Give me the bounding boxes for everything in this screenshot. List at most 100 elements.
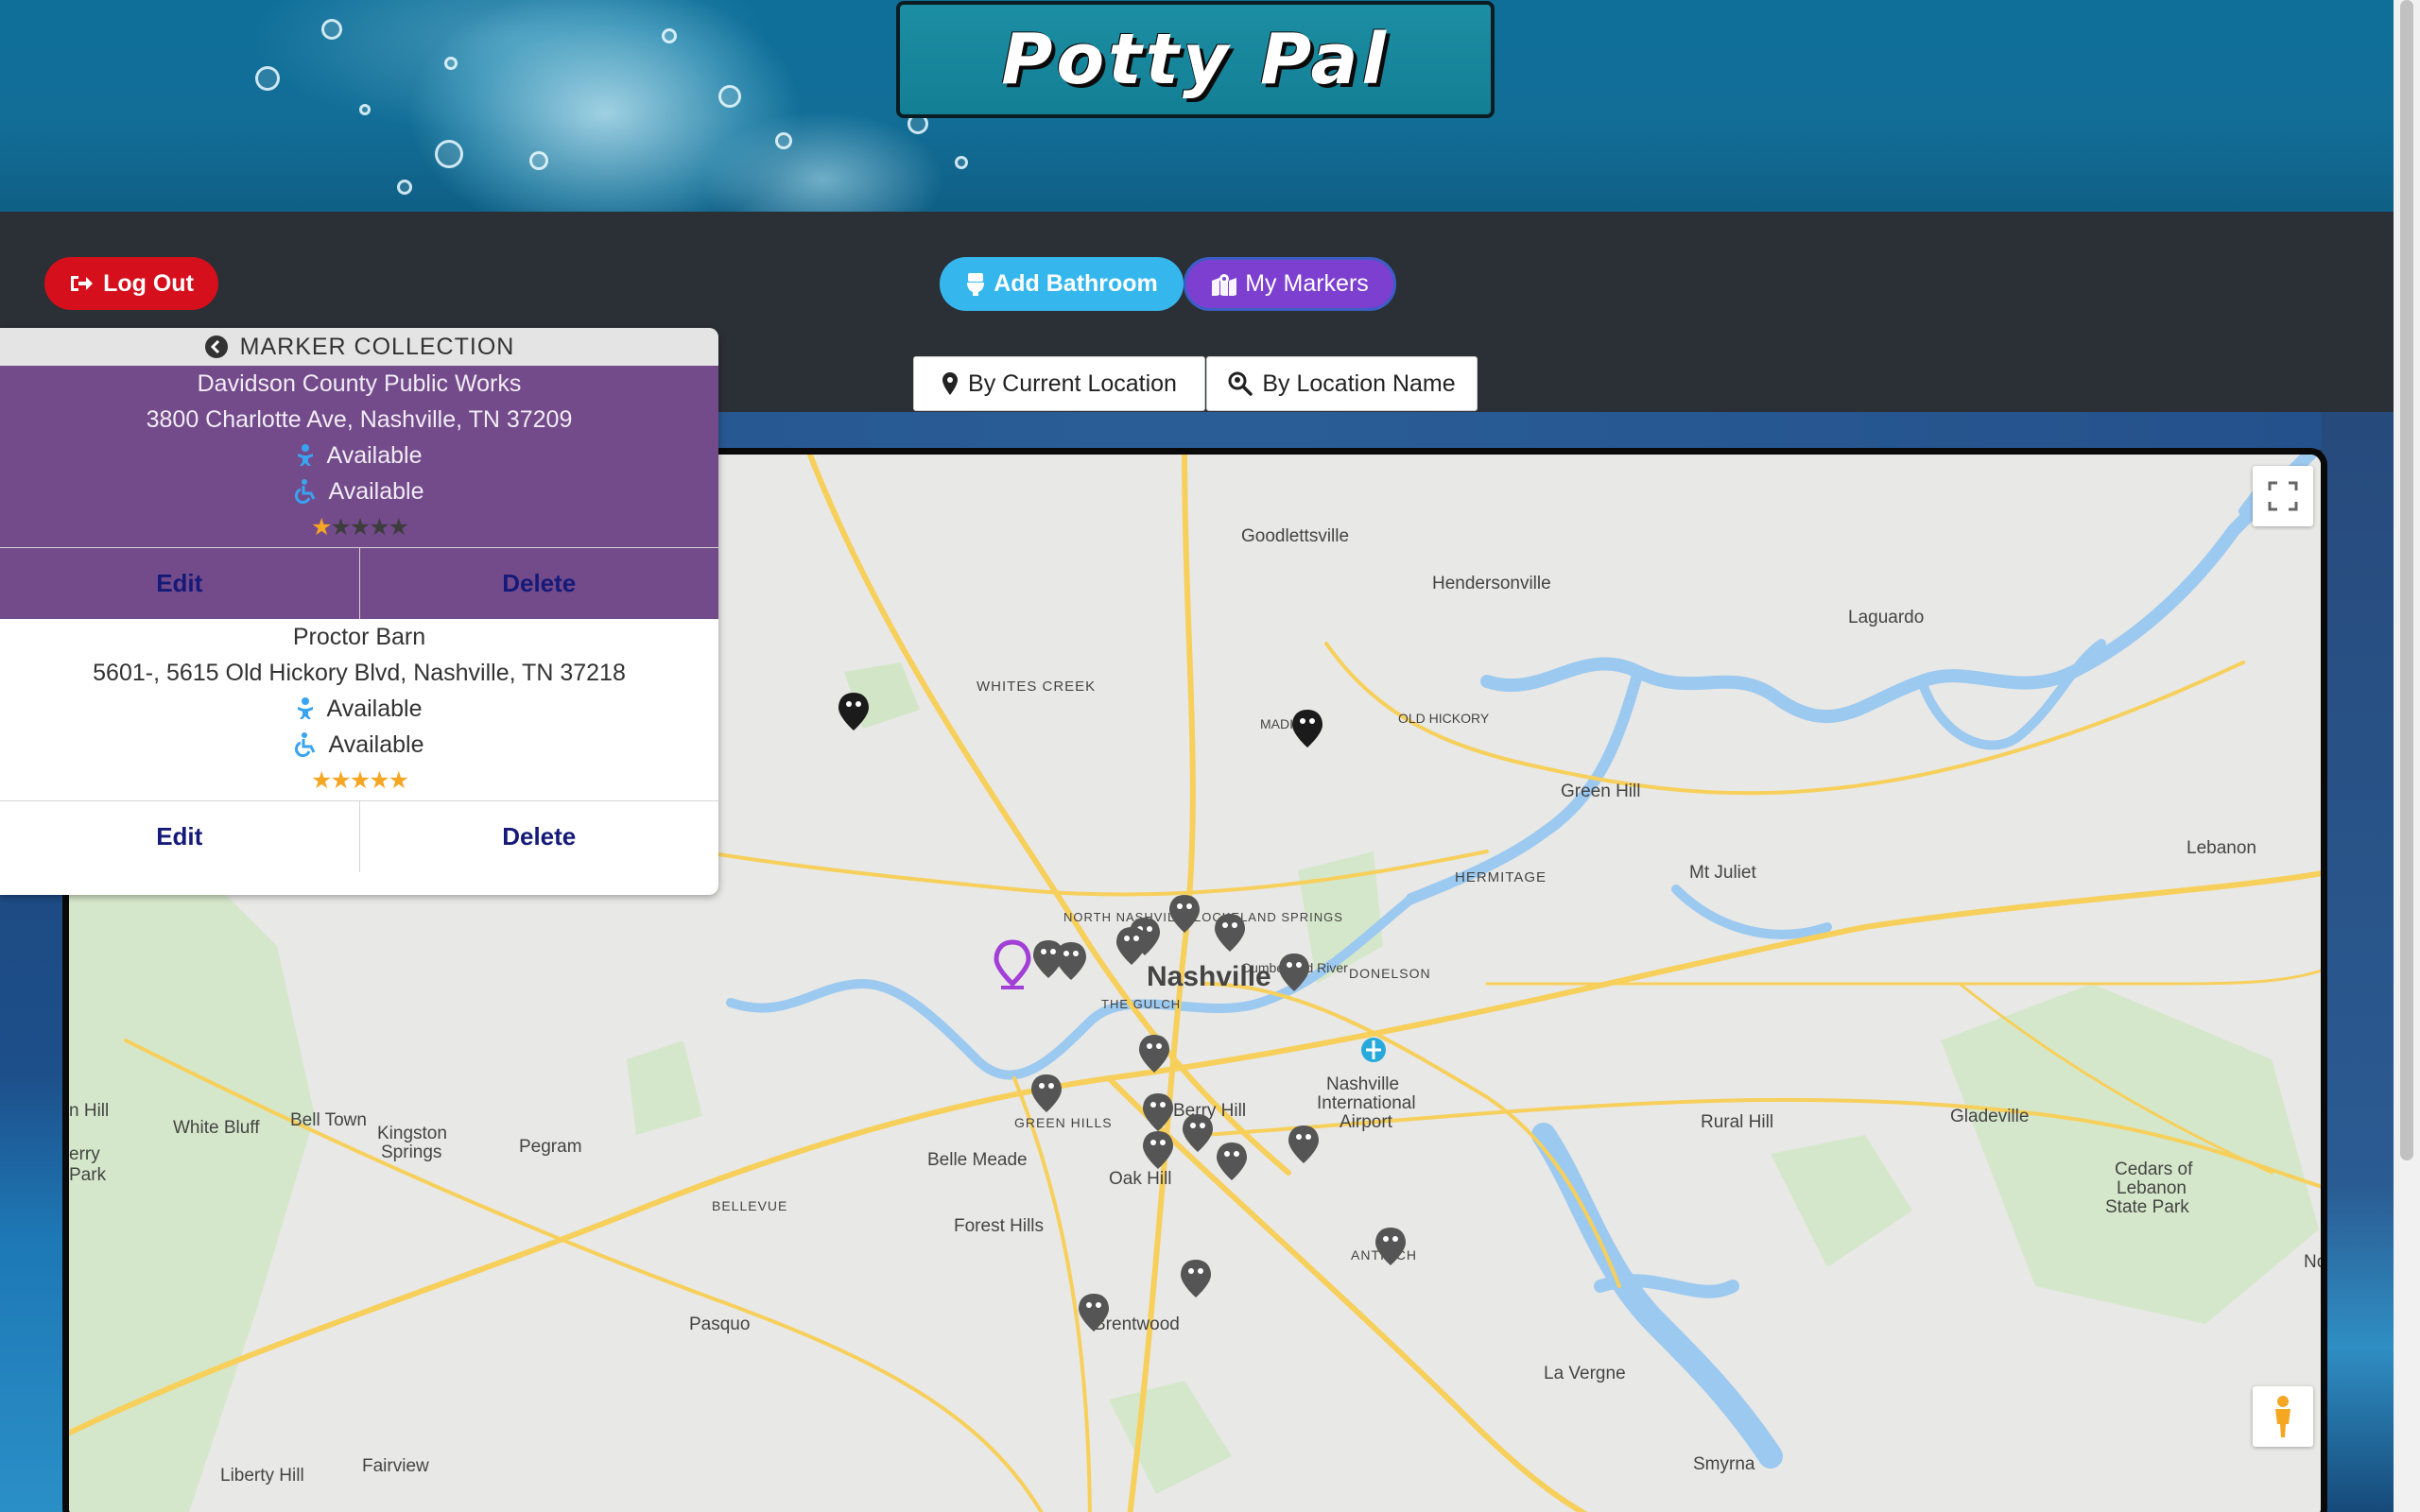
map-label-airport-1: Nashville (1326, 1074, 1399, 1094)
map-label-green-hills: GREEN HILLS (1014, 1115, 1113, 1130)
map-label-la-vergne: La Vergne (1544, 1364, 1626, 1383)
fullscreen-icon (2268, 481, 2298, 511)
app-title-box: Potty Pal (896, 1, 1495, 118)
map-label-cedars-1: Cedars of (2115, 1160, 2193, 1179)
map-marked-icon (1212, 273, 1237, 296)
map-label-fairview: Fairview (362, 1456, 429, 1476)
marker-actions: Edit Delete (0, 800, 718, 872)
map-label-whites-creek: WHITES CREEK (977, 679, 1096, 695)
map-label-kingston-1: Kingston (377, 1124, 447, 1143)
map-label-old-hickory: OLD HICKORY (1398, 711, 1490, 726)
map-label-pasquo: Pasquo (689, 1314, 750, 1334)
edit-button[interactable]: Edit (0, 801, 359, 872)
map-label-donelson: DONELSON (1349, 966, 1431, 981)
star-filled-icon: ★ (310, 514, 332, 541)
accessible-status: Available (328, 477, 424, 505)
map-label-the-gulch: THE GULCH (1101, 997, 1181, 1011)
map-label-cedars-2: Lebanon (2117, 1178, 2187, 1198)
marker-address: 3800 Charlotte Ave, Nashville, TN 37209 (146, 405, 573, 433)
marker-card[interactable]: Davidson County Public Works 3800 Charlo… (0, 366, 718, 619)
star-empty-icon: ★ (388, 514, 409, 541)
wheelchair-icon (295, 732, 316, 757)
logout-label: Log Out (103, 269, 194, 297)
toilet-icon (967, 272, 985, 296)
baby-changing-status: Available (326, 695, 423, 722)
map-label-brentwood: Brentwood (1094, 1314, 1180, 1334)
pegman-icon (2275, 1396, 2290, 1437)
map-label-cedars-3: State Park (2105, 1197, 2189, 1217)
chevron-left-circle-icon[interactable] (204, 335, 229, 359)
star-filled-icon: ★ (330, 767, 351, 794)
star-filled-icon: ★ (310, 767, 332, 794)
accessible-row: Available (0, 727, 718, 763)
marker-name: Davidson County Public Works (197, 369, 522, 397)
airport-icon (1361, 1038, 1386, 1062)
map-label-belle-meade: Belle Meade (927, 1150, 1028, 1170)
wheelchair-icon (295, 479, 316, 504)
map-label-mt-juliet: Mt Juliet (1689, 863, 1756, 883)
map-label-bellevue: BELLEVUE (712, 1198, 787, 1213)
map-label-berry-hill: Berry Hill (1173, 1101, 1246, 1121)
map-label-green-hill: Green Hill (1561, 782, 1640, 801)
baby-icon (298, 444, 314, 466)
by-current-location-label: By Current Location (968, 369, 1177, 397)
app-title: Potty Pal (1001, 19, 1390, 100)
star-rating: ★ ★ ★ ★ ★ (0, 763, 718, 799)
star-empty-icon: ★ (330, 514, 351, 541)
star-filled-icon: ★ (388, 767, 409, 794)
water-splash-image (0, 0, 1016, 212)
map-label-airport-3: Airport (1340, 1112, 1393, 1132)
by-location-name-label: By Location Name (1262, 369, 1456, 397)
accessible-row: Available (0, 473, 718, 509)
star-filled-icon: ★ (369, 767, 389, 794)
map-label-bell-town: Bell Town (290, 1110, 367, 1130)
map-label-edge-hill: n Hill (69, 1101, 109, 1121)
accessible-status: Available (328, 730, 424, 758)
star-empty-icon: ★ (369, 514, 389, 541)
baby-icon (298, 697, 314, 719)
delete-button[interactable]: Delete (358, 801, 719, 872)
map-label-edge-park: Park (69, 1165, 107, 1185)
map-label-oak-hill: Oak Hill (1109, 1169, 1172, 1189)
map-label-edge-erry: erry (69, 1144, 100, 1164)
street-view-pegman-button[interactable] (2253, 1386, 2313, 1447)
map-label-kingston-2: Springs (381, 1143, 441, 1162)
map-label-pegram: Pegram (519, 1137, 582, 1157)
map-label-edge-no: No (2304, 1252, 2326, 1272)
add-bathroom-label: Add Bathroom (994, 270, 1158, 297)
baby-changing-status: Available (326, 441, 423, 469)
fullscreen-button[interactable] (2253, 466, 2313, 526)
water-background-right (2322, 412, 2394, 1512)
map-label-laguardo: Laguardo (1848, 608, 1924, 627)
map-label-liberty-hill: Liberty Hill (220, 1466, 304, 1486)
map-label-forest-hills: Forest Hills (954, 1216, 1044, 1236)
marker-collection-title: MARKER COLLECTION (239, 333, 515, 360)
by-location-name-button[interactable]: By Location Name (1206, 356, 1478, 411)
marker-card[interactable]: Proctor Barn 5601-, 5615 Old Hickory Blv… (0, 619, 718, 872)
add-bathroom-button[interactable]: Add Bathroom (940, 257, 1184, 311)
page-scrollbar-thumb[interactable] (2400, 0, 2413, 1160)
baby-changing-row: Available (0, 438, 718, 473)
map-label-lebanon: Lebanon (2187, 838, 2256, 858)
star-empty-icon: ★ (349, 514, 371, 541)
delete-button[interactable]: Delete (358, 548, 719, 619)
my-markers-button[interactable]: My Markers (1184, 257, 1396, 311)
star-rating: ★ ★ ★ ★ ★ (0, 509, 718, 545)
map-label-rural-hill: Rural Hill (1701, 1112, 1773, 1132)
star-filled-icon: ★ (349, 767, 371, 794)
marker-collection-header[interactable]: MARKER COLLECTION (0, 328, 718, 366)
map-label-goodlettsville: Goodlettsville (1241, 526, 1349, 546)
map-label-smyrna: Smyrna (1693, 1454, 1755, 1474)
marker-collection-panel: MARKER COLLECTION Davidson County Public… (0, 328, 718, 895)
by-current-location-button[interactable]: By Current Location (913, 356, 1205, 411)
marker-name: Proctor Barn (292, 623, 426, 650)
map-label-hermitage: HERMITAGE (1455, 869, 1547, 885)
search-location-icon (1228, 371, 1253, 396)
my-markers-label: My Markers (1245, 270, 1369, 297)
edit-button[interactable]: Edit (0, 548, 359, 619)
map-label-gladeville: Gladeville (1950, 1107, 2029, 1126)
marker-address: 5601-, 5615 Old Hickory Blvd, Nashville,… (93, 659, 626, 686)
logout-button[interactable]: Log Out (44, 257, 218, 310)
map-label-hendersonville: Hendersonville (1432, 574, 1551, 593)
map-label-airport-2: International (1317, 1093, 1416, 1113)
